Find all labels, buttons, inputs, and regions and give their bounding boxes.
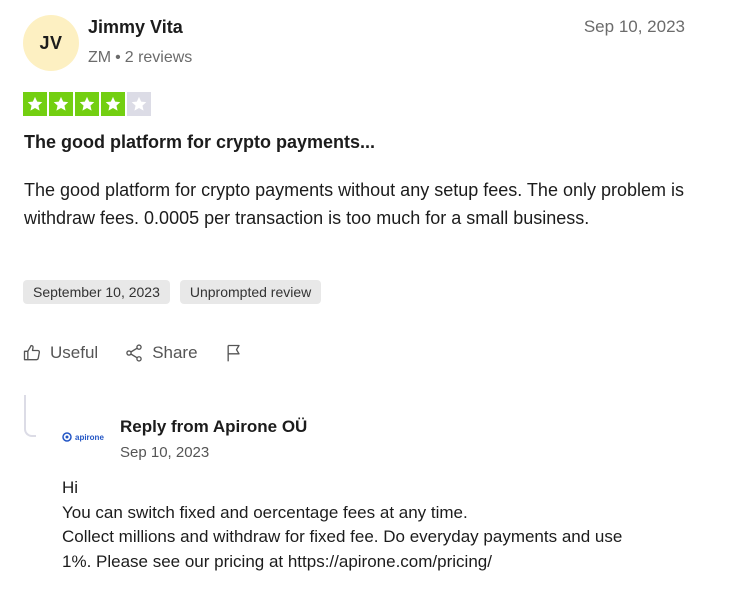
reply-line: Hi <box>62 478 79 497</box>
star-icon <box>23 92 47 116</box>
reply-body: Hi You can switch fixed and oercentage f… <box>62 476 742 574</box>
avatar-initials: JV <box>39 32 63 53</box>
share-button[interactable]: Share <box>124 343 198 363</box>
company-logo[interactable]: apirone <box>62 432 104 442</box>
star-rating <box>23 92 151 116</box>
review-title[interactable]: The good platform for crypto payments... <box>24 132 375 153</box>
star-icon <box>75 92 99 116</box>
thumbs-up-icon <box>23 344 41 361</box>
reply-title: Reply from Apirone OÜ <box>120 417 308 436</box>
logo-text: apirone <box>75 432 104 442</box>
flag-icon <box>227 344 240 362</box>
star-icon <box>101 92 125 116</box>
reviewer-meta: ZM • 2 reviews <box>88 49 192 67</box>
reviewer-name[interactable]: Jimmy Vita <box>88 17 183 38</box>
reply-date: Sep 10, 2023 <box>120 444 210 461</box>
review-body: The good platform for crypto payments wi… <box>24 180 685 228</box>
date-tag: September 10, 2023 <box>23 280 170 304</box>
apirone-logo-icon <box>62 432 72 442</box>
share-label: Share <box>152 343 198 362</box>
report-button[interactable] <box>224 342 244 364</box>
review-actions: Useful Share <box>22 342 244 364</box>
star-icon <box>49 92 73 116</box>
reviewer-review-count: 2 reviews <box>124 49 193 66</box>
unprompted-tag[interactable]: Unprompted review <box>179 280 322 304</box>
review-tags: September 10, 2023 Unprompted review <box>23 280 322 304</box>
reply-line: You can switch fixed and oercentage fees… <box>62 502 468 522</box>
reply-line: 1%. Please see our pricing at https://ap… <box>62 551 492 571</box>
star-empty-icon <box>127 92 151 116</box>
share-icon <box>126 344 142 362</box>
useful-label: Useful <box>50 343 99 362</box>
reply-connector <box>24 395 36 437</box>
useful-button[interactable]: Useful <box>22 343 98 363</box>
separator-dot: • <box>115 49 121 66</box>
reviewer-country: ZM <box>88 49 112 66</box>
avatar[interactable]: JV <box>23 15 79 71</box>
reply-line: Collect millions and withdraw for fixed … <box>62 527 623 546</box>
review-date: Sep 10, 2023 <box>583 17 685 36</box>
